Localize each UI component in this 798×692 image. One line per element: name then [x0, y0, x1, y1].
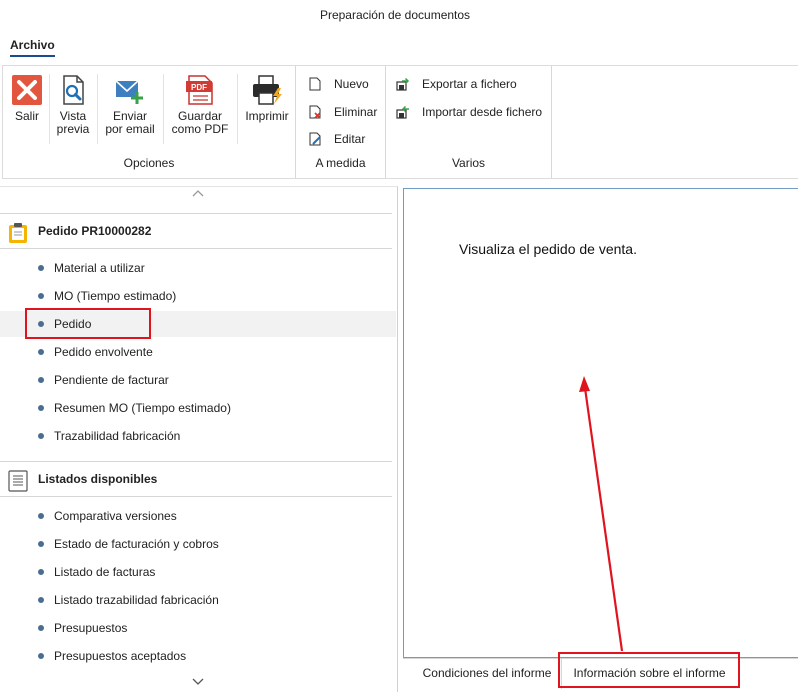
editar-label: Editar — [334, 132, 366, 146]
list-item-label: Listado de facturas — [54, 565, 156, 579]
highlight-box-pedido — [25, 308, 151, 339]
scroll-up-chevron-icon[interactable] — [190, 189, 206, 203]
bullet-icon — [38, 625, 44, 631]
export-icon — [396, 77, 410, 91]
list-item-label: Comparativa versiones — [54, 509, 177, 523]
ribbon-separator — [49, 74, 50, 144]
list-item-label: Material a utilizar — [54, 261, 145, 275]
salir-button[interactable]: Salir — [9, 74, 45, 123]
nuevo-button[interactable]: Nuevo — [308, 74, 369, 94]
list-document-icon — [8, 470, 28, 492]
list-item-label: Resumen MO (Tiempo estimado) — [54, 401, 231, 415]
delete-document-icon — [308, 105, 322, 119]
new-document-icon — [308, 77, 322, 91]
menu-archivo[interactable]: Archivo — [10, 38, 55, 57]
section-header-pedido: Pedido PR10000282 — [0, 213, 392, 249]
ribbon-group-opciones: Salir Vista previa Enviar por email PDF … — [3, 66, 296, 178]
ribbon-group-a-medida: Nuevo Eliminar Editar A medida — [296, 66, 386, 178]
enviar-email-button[interactable]: Enviar por email — [101, 74, 159, 136]
exportar-fichero-button[interactable]: Exportar a fichero — [396, 74, 517, 94]
section-title-pedido: Pedido PR10000282 — [38, 224, 152, 238]
list-item-label: Presupuestos — [54, 621, 128, 635]
bullet-icon — [38, 265, 44, 271]
report-list-panel: Pedido PR10000282 Material a utilizar MO… — [0, 186, 398, 692]
ribbon-separator — [97, 74, 98, 144]
preview-icon — [57, 74, 89, 106]
list-item-pedido-envolvente[interactable]: Pedido envolvente — [0, 339, 396, 365]
import-icon — [396, 105, 410, 119]
svg-text:PDF: PDF — [191, 83, 207, 92]
exit-x-icon — [11, 74, 43, 106]
list-item-label: Pedido envolvente — [54, 345, 153, 359]
list-item-listado-trazabilidad[interactable]: Listado trazabilidad fabricación — [0, 587, 396, 613]
list-item-label: Trazabilidad fabricación — [54, 429, 181, 443]
window-title-bar: Preparación de documentos — [0, 0, 798, 30]
guardar-pdf-button[interactable]: PDF Guardar como PDF — [167, 74, 233, 136]
list-item-listado-facturas[interactable]: Listado de facturas — [0, 559, 396, 585]
list-item-trazabilidad[interactable]: Trazabilidad fabricación — [0, 423, 396, 449]
edit-document-icon — [308, 132, 322, 146]
bullet-icon — [38, 377, 44, 383]
bullet-icon — [38, 349, 44, 355]
printer-icon — [251, 74, 283, 106]
scroll-down-chevron-icon[interactable] — [190, 677, 206, 691]
report-info-panel: Visualiza el pedido de venta. — [403, 188, 798, 658]
list-item-label: Pendiente de facturar — [54, 373, 169, 387]
importar-fichero-button[interactable]: Importar desde fichero — [396, 102, 542, 122]
list-item-material[interactable]: Material a utilizar — [0, 255, 396, 281]
highlight-box-info-tab — [558, 652, 740, 688]
email-icon — [114, 74, 146, 106]
ribbon-group-label-varios: Varios — [451, 156, 486, 170]
importar-fichero-label: Importar desde fichero — [422, 105, 543, 119]
salir-label: Salir — [14, 109, 39, 123]
bullet-icon — [38, 293, 44, 299]
vista-previa-button[interactable]: Vista previa — [53, 74, 93, 136]
enviar-email-label: Enviar por email — [105, 109, 155, 136]
window-title: Preparación de documentos — [319, 8, 471, 22]
list-item-resumen-mo[interactable]: Resumen MO (Tiempo estimado) — [0, 395, 396, 421]
ribbon-group-label-a-medida: A medida — [315, 156, 366, 170]
list-item-label: Estado de facturación y cobros — [54, 537, 219, 551]
eliminar-label: Eliminar — [334, 105, 378, 119]
bullet-icon — [38, 569, 44, 575]
guardar-pdf-label: Guardar como PDF — [171, 109, 229, 136]
menu-bar: Archivo — [0, 36, 798, 60]
list-item-presupuestos[interactable]: Presupuestos — [0, 615, 396, 641]
imprimir-label: Imprimir — [245, 109, 289, 123]
bullet-icon — [38, 541, 44, 547]
vista-previa-label: Vista previa — [56, 109, 90, 136]
bullet-icon — [38, 405, 44, 411]
nuevo-label: Nuevo — [334, 77, 369, 91]
list-item-label: Listado trazabilidad fabricación — [54, 593, 219, 607]
section-header-listados: Listados disponibles — [0, 461, 392, 497]
tab-condiciones[interactable]: Condiciones del informe — [411, 659, 563, 689]
bullet-icon — [38, 597, 44, 603]
bullet-icon — [38, 653, 44, 659]
ribbon-group-label-opciones: Opciones — [123, 156, 175, 170]
ribbon-group-varios: Exportar a fichero Importar desde ficher… — [386, 66, 552, 178]
ribbon-toolbar: Salir Vista previa Enviar por email PDF … — [2, 65, 798, 179]
list-item-label: Presupuestos aceptados — [54, 649, 187, 663]
list-item-pendiente[interactable]: Pendiente de facturar — [0, 367, 396, 393]
pdf-icon: PDF — [184, 74, 216, 106]
section-title-listados: Listados disponibles — [38, 472, 158, 486]
bullet-icon — [38, 433, 44, 439]
clipboard-icon — [8, 222, 28, 244]
exportar-fichero-label: Exportar a fichero — [422, 77, 517, 91]
list-item-presupuestos-aceptados[interactable]: Presupuestos aceptados — [0, 643, 396, 669]
ribbon-separator — [237, 74, 238, 144]
editar-button[interactable]: Editar — [308, 129, 365, 149]
ribbon-separator — [163, 74, 164, 144]
list-item-estado-facturacion[interactable]: Estado de facturación y cobros — [0, 531, 396, 557]
eliminar-button[interactable]: Eliminar — [308, 102, 377, 122]
report-description: Visualiza el pedido de venta. — [459, 241, 637, 257]
list-item-mo[interactable]: MO (Tiempo estimado) — [0, 283, 396, 309]
imprimir-button[interactable]: Imprimir — [243, 74, 291, 123]
list-item-label: MO (Tiempo estimado) — [54, 289, 177, 303]
bullet-icon — [38, 513, 44, 519]
list-item-comparativa[interactable]: Comparativa versiones — [0, 503, 396, 529]
